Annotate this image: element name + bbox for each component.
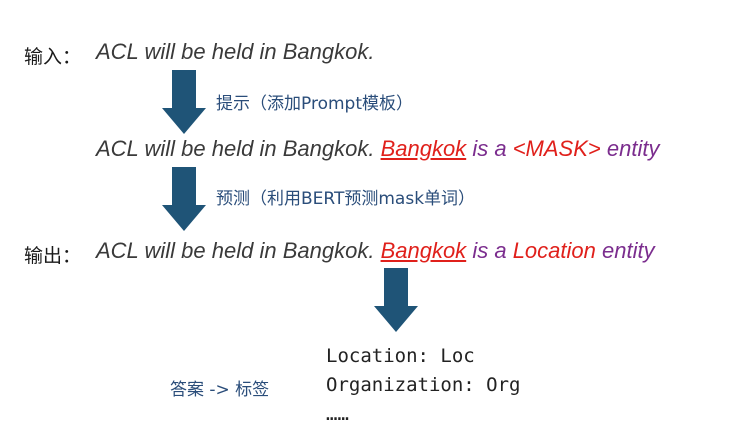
prompt-is-a: is a (472, 136, 507, 161)
down-arrow-3 (374, 268, 418, 332)
output-suffix: entity (602, 238, 655, 263)
input-label: 输入： (24, 46, 82, 68)
mapping-line-ellipsis: …… (326, 403, 349, 425)
down-arrow-1 (162, 70, 206, 134)
output-sentence: ACL will be held in Bangkok. (96, 238, 375, 263)
mapping-line-organization: Organization: Org (326, 374, 521, 396)
output-label: 输出： (24, 245, 82, 267)
prompt-mask: <MASK> (512, 136, 601, 161)
output-prediction: Location (512, 238, 596, 263)
prompt-line: ACL will be held in Bangkok. Bangkok is … (96, 136, 659, 162)
mapping-line-location: Location: Loc (326, 345, 475, 367)
prompt-suffix: entity (606, 136, 660, 161)
input-sentence: ACL will be held in Bangkok. (96, 39, 375, 64)
output-line: ACL will be held in Bangkok. Bangkok is … (96, 238, 655, 264)
step2-note: 预测（利用BERT预测mask单词） (216, 189, 476, 209)
answer-mapping-label: 答案 -> 标签 (170, 380, 270, 400)
answer-mapping-list: Location: Loc Organization: Org …… (326, 342, 520, 429)
output-is-a: is a (472, 238, 507, 263)
prompt-sentence: ACL will be held in Bangkok. (96, 136, 375, 161)
prompt-entity: Bangkok (380, 136, 467, 161)
down-arrow-2 (162, 167, 206, 231)
step1-note: 提示（添加Prompt模板） (216, 94, 413, 114)
output-entity: Bangkok (380, 238, 467, 263)
